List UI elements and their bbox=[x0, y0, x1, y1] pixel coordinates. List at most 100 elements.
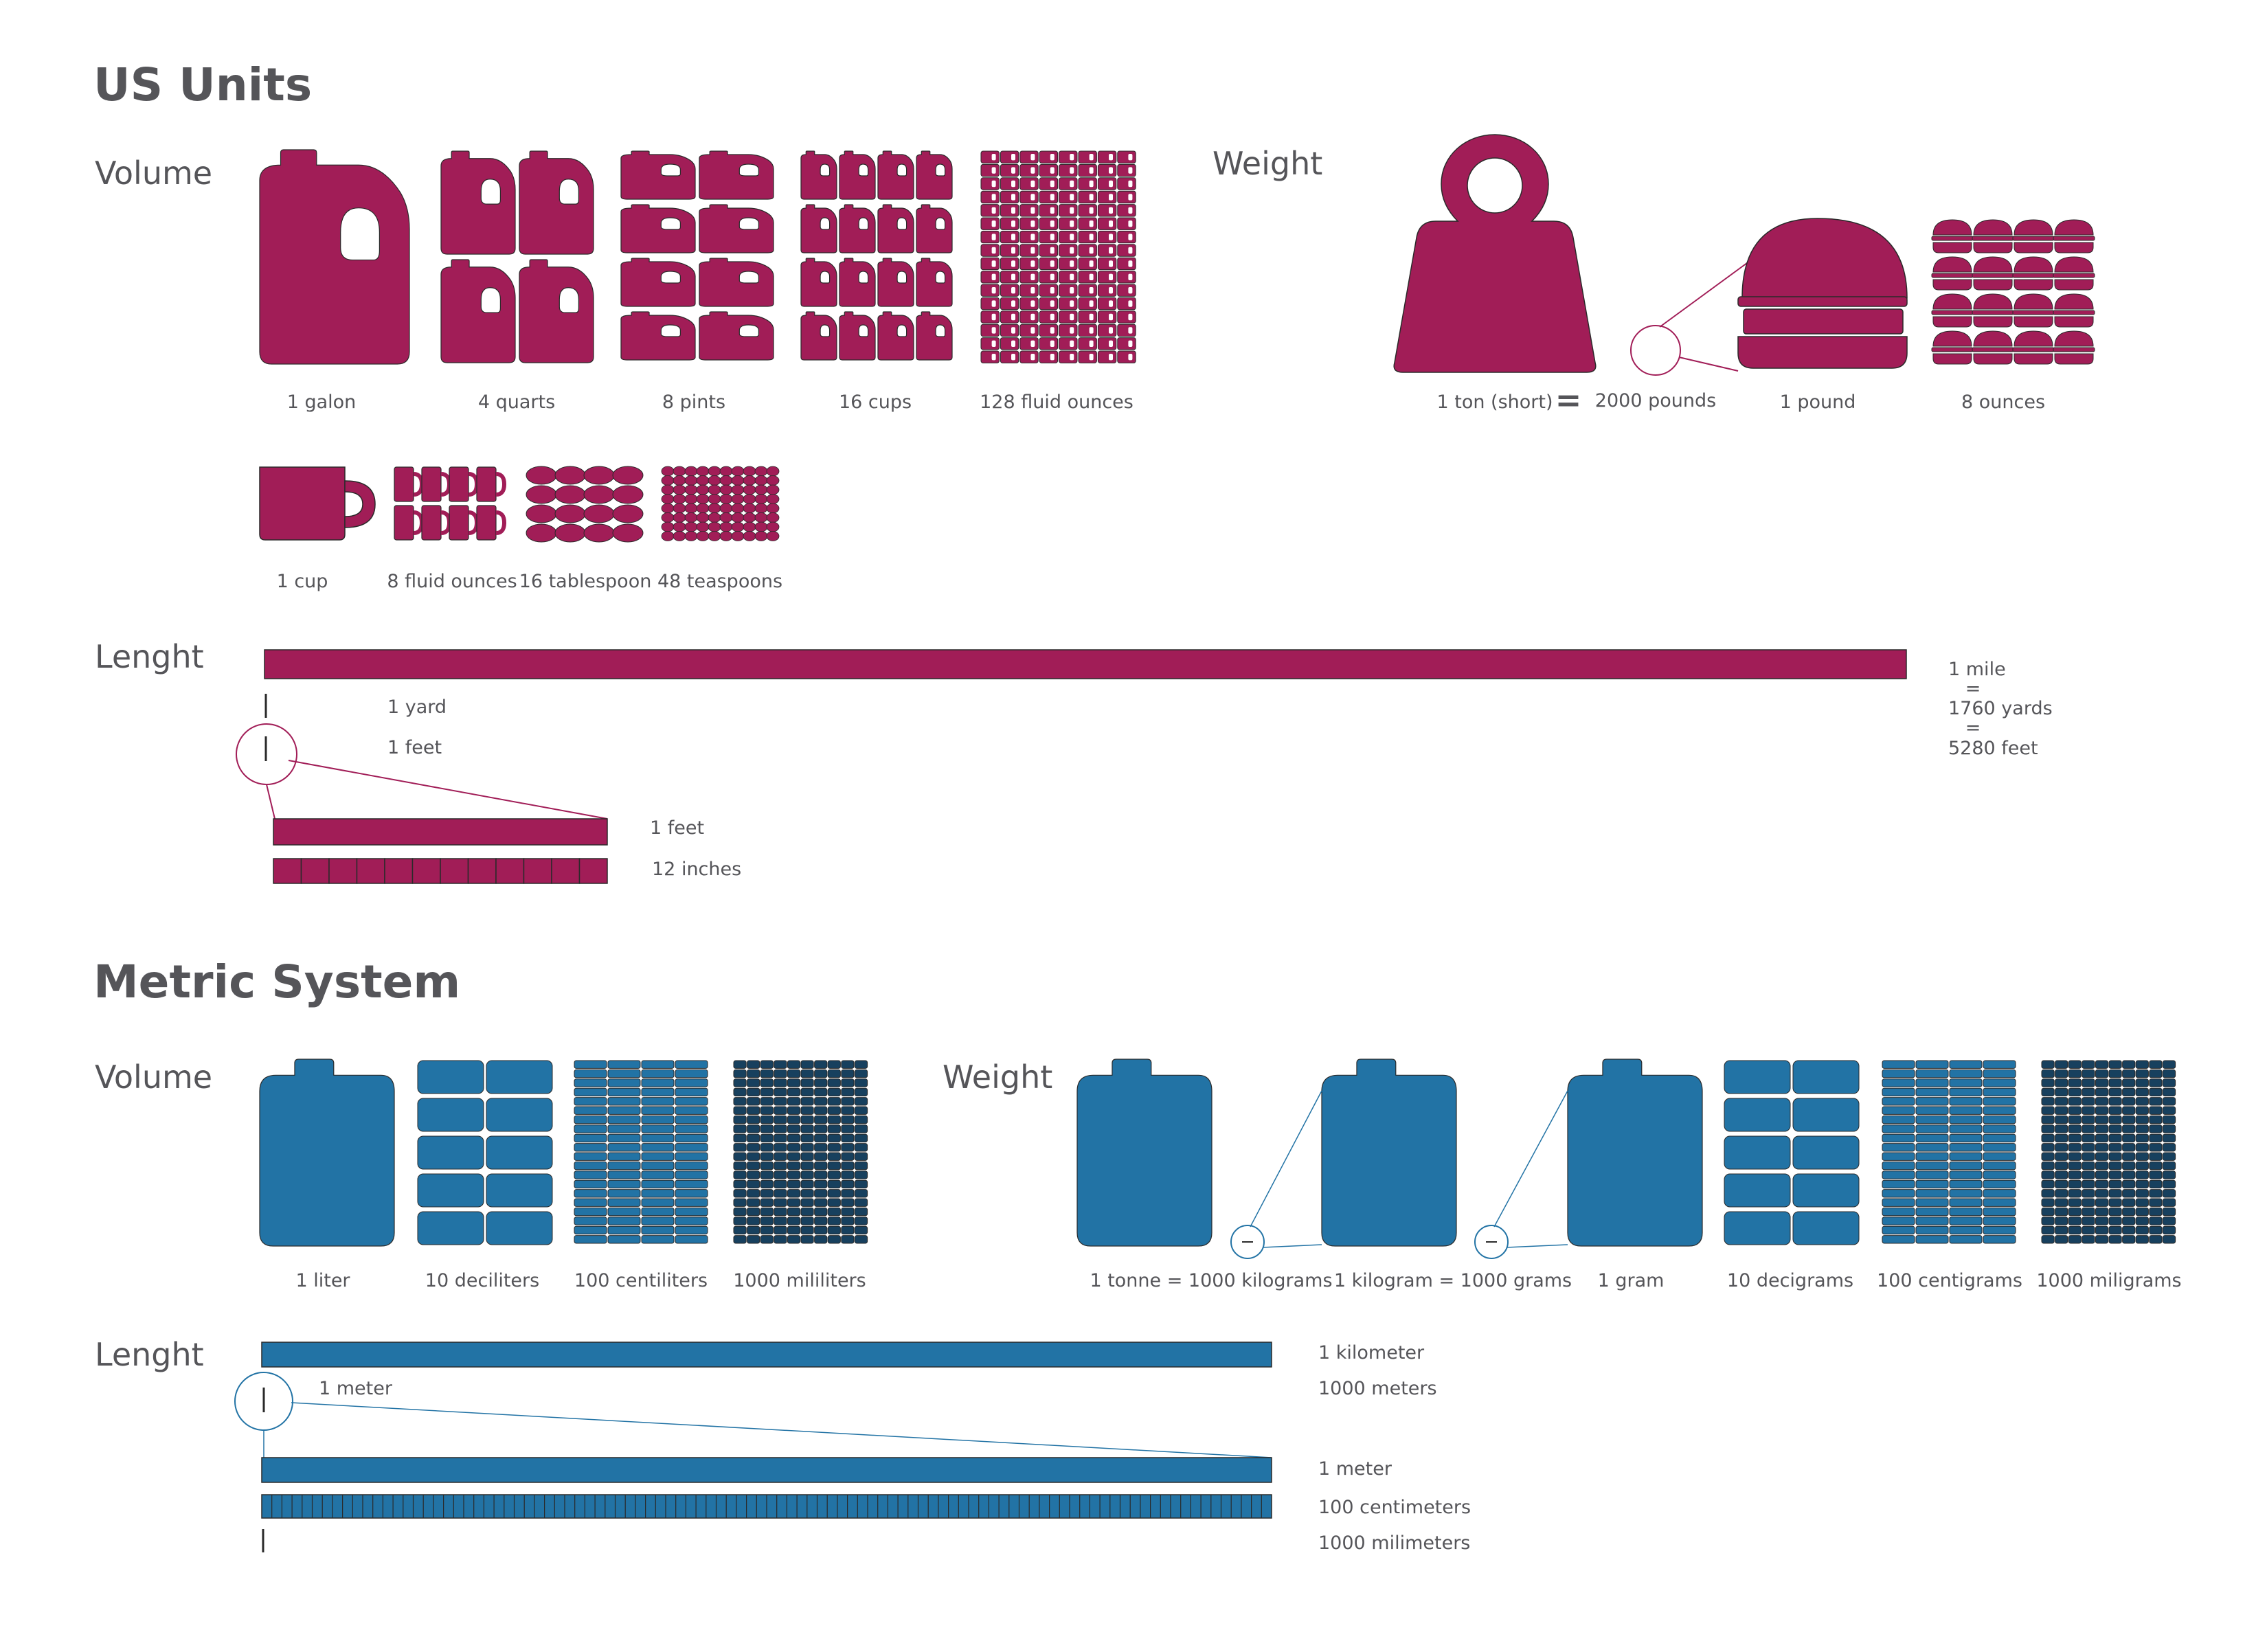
jug-icon bbox=[916, 205, 952, 253]
jug-icon bbox=[699, 205, 774, 253]
small-mug-handle bbox=[468, 510, 480, 535]
teaspoon-icon bbox=[708, 466, 721, 477]
container-cell bbox=[2122, 1097, 2136, 1106]
container-cell bbox=[2162, 1161, 2176, 1170]
inch-segment bbox=[523, 858, 552, 884]
mug-body bbox=[259, 466, 346, 541]
container-cell bbox=[854, 1060, 868, 1069]
container-cell bbox=[854, 1179, 868, 1189]
container-cell bbox=[2068, 1179, 2082, 1189]
fluid-ounce-cell bbox=[1039, 324, 1059, 337]
fluid-ounce-cell bbox=[1117, 337, 1136, 350]
ounce-burger-icons bbox=[1931, 219, 2095, 365]
fluid-ounce-cell bbox=[1000, 324, 1019, 337]
fluid-ounce-cell bbox=[1000, 284, 1019, 297]
mini-burger-layer bbox=[1931, 310, 1974, 315]
container-cell bbox=[854, 1115, 868, 1124]
teaspoon-icon bbox=[766, 494, 780, 504]
container-cell bbox=[1915, 1060, 1949, 1069]
jug-body bbox=[260, 150, 409, 364]
container-cell bbox=[1882, 1198, 1915, 1207]
fluid-ounce-cell bbox=[1059, 271, 1078, 284]
fluid-ounce-cell bbox=[1019, 177, 1039, 190]
container-cell bbox=[1792, 1135, 1860, 1170]
container-body bbox=[1568, 1059, 1702, 1246]
mini-burger-top bbox=[1932, 330, 1972, 347]
container-cell bbox=[641, 1060, 675, 1069]
container-cell bbox=[747, 1198, 760, 1207]
fluid-ounce-cell bbox=[1097, 284, 1117, 297]
fluid-ounce-cell bbox=[1059, 324, 1078, 337]
container-cell bbox=[2041, 1097, 2055, 1106]
container-cell bbox=[787, 1225, 801, 1235]
teaspoon-icon bbox=[743, 512, 756, 523]
container-cell bbox=[747, 1161, 760, 1170]
fluid-ounce-cell bbox=[1059, 297, 1078, 310]
fluid-ounce-hole bbox=[1109, 194, 1114, 201]
container-cell bbox=[800, 1133, 814, 1143]
container-cell bbox=[787, 1097, 801, 1106]
container-cell bbox=[733, 1152, 747, 1161]
fluid-ounce-hole bbox=[1011, 167, 1016, 174]
container-cell bbox=[574, 1087, 607, 1097]
container-cell bbox=[827, 1078, 841, 1087]
fluid-ounce-hole bbox=[1050, 194, 1054, 201]
jug-body bbox=[839, 205, 875, 253]
container-cell bbox=[1949, 1143, 1983, 1152]
fluid-ounce-hole bbox=[1050, 354, 1054, 361]
teaspoon-icon bbox=[754, 503, 768, 514]
fluid-ounce-hole bbox=[1109, 180, 1114, 188]
jug-body bbox=[801, 258, 837, 306]
container-cell bbox=[574, 1078, 607, 1087]
container-cell bbox=[2082, 1124, 2095, 1133]
container-cell bbox=[2108, 1198, 2122, 1207]
mini-burger-top bbox=[1932, 256, 1972, 273]
container-cell bbox=[1949, 1152, 1983, 1161]
fluid-ounce-cell bbox=[1059, 190, 1078, 204]
fluid-ounce-hole bbox=[1089, 167, 1094, 174]
teaspoon-icon bbox=[719, 503, 733, 514]
container-cell bbox=[417, 1211, 484, 1245]
small-mug-handle bbox=[413, 472, 425, 497]
container-cell bbox=[2041, 1143, 2055, 1152]
fluid-ounce-cell bbox=[1000, 163, 1019, 177]
container-cell bbox=[574, 1225, 607, 1235]
jug-handle-hole bbox=[739, 271, 758, 283]
label-1-galon: 1 galon bbox=[287, 392, 357, 413]
teaspoon-icon bbox=[754, 521, 768, 532]
container-cell bbox=[774, 1225, 787, 1235]
container-cell bbox=[774, 1198, 787, 1207]
container-cell bbox=[607, 1143, 641, 1152]
fluid-ounce-hole bbox=[1011, 234, 1016, 240]
container-cell bbox=[2068, 1106, 2082, 1115]
container-cell bbox=[2095, 1078, 2109, 1087]
container-cell bbox=[760, 1235, 774, 1244]
teaspoon-icon bbox=[673, 494, 686, 504]
container-cell bbox=[1882, 1069, 1915, 1078]
container-cell bbox=[1724, 1060, 1791, 1094]
container-cell bbox=[733, 1225, 747, 1235]
teaspoon-icon bbox=[696, 475, 710, 486]
zoom-line bbox=[1493, 1090, 1568, 1227]
mini-burger-layer bbox=[1972, 273, 2014, 278]
container-cell bbox=[2108, 1143, 2122, 1152]
kilometer-bar bbox=[261, 1342, 1272, 1368]
container-cell bbox=[747, 1069, 760, 1078]
container-cell bbox=[2082, 1133, 2095, 1143]
fluid-ounce-hole bbox=[1089, 154, 1094, 161]
jug-icon bbox=[878, 205, 914, 253]
container-cell bbox=[675, 1106, 708, 1115]
us-length-bars bbox=[236, 649, 1907, 884]
jug-icon bbox=[621, 312, 695, 360]
fluid-ounce-hole bbox=[1128, 287, 1133, 294]
deciliter-containers-icon bbox=[417, 1060, 553, 1245]
small-mug-handle bbox=[440, 472, 452, 497]
fluid-ounce-cell bbox=[1078, 230, 1097, 244]
container-cell bbox=[2041, 1060, 2055, 1069]
fluid-ounce-cell bbox=[1078, 244, 1097, 257]
container-cell bbox=[641, 1170, 675, 1179]
jug-body bbox=[916, 258, 952, 306]
container-cell bbox=[1882, 1097, 1915, 1106]
container-cell bbox=[2108, 1133, 2122, 1143]
container-cell bbox=[607, 1198, 641, 1207]
